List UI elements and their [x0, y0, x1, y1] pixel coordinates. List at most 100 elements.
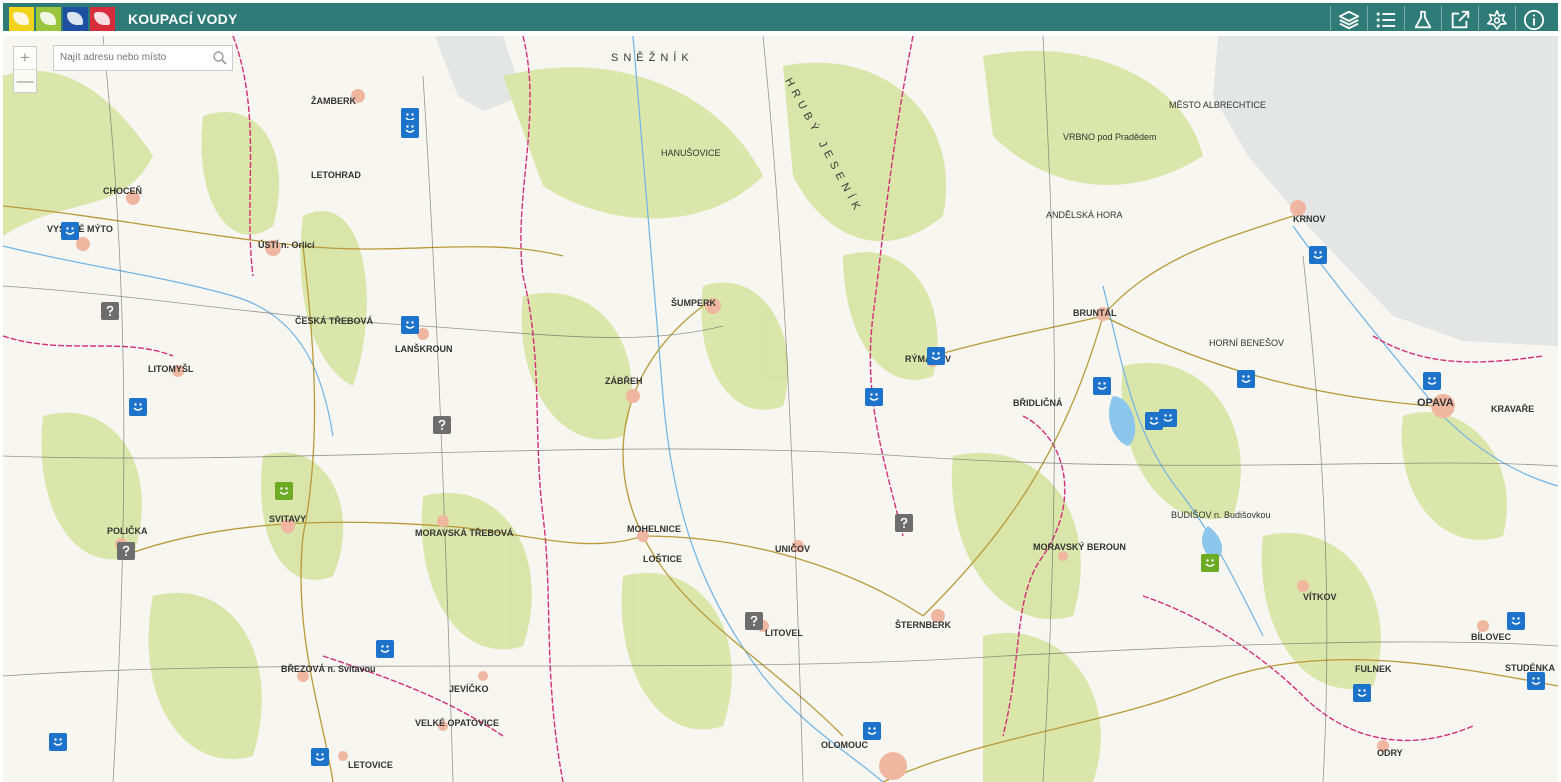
place-label: JEVÍČKO: [449, 684, 489, 694]
smile-icon: [1097, 382, 1107, 390]
place-label: VÍTKOV: [1303, 592, 1337, 602]
question-icon: [750, 615, 758, 626]
logo-1[interactable]: [9, 7, 34, 31]
smile-icon: [931, 352, 941, 360]
place-label: ZÁBŘEH: [605, 376, 643, 386]
external-link-icon: [1451, 10, 1470, 29]
bathing-site-marker[interactable]: [1309, 246, 1327, 264]
search-input[interactable]: [54, 46, 214, 68]
bathing-site-marker[interactable]: [927, 347, 945, 365]
bathing-site-marker[interactable]: [865, 388, 883, 406]
app-header: KOUPACÍ VODY: [0, 0, 1561, 34]
smile-icon: [869, 393, 879, 401]
place-label: LITOVEL: [765, 628, 803, 638]
smile-icon: [1511, 617, 1521, 625]
place-label: MORAVSKÁ TŘEBOVÁ: [415, 528, 514, 538]
address-search: [53, 45, 233, 71]
bathing-site-marker[interactable]: [275, 482, 293, 500]
place-label: LETOHRAD: [311, 170, 361, 180]
place-label: OPAVA: [1417, 397, 1454, 409]
smile-icon: [1205, 559, 1215, 567]
place-label: SVITAVY: [269, 514, 307, 524]
map-base[interactable]: [3, 36, 1558, 782]
bathing-site-marker[interactable]: [1201, 554, 1219, 572]
bathing-site-marker[interactable]: [401, 316, 419, 334]
place-label: ČESKÁ TŘEBOVÁ: [295, 316, 374, 326]
place-label: ŠUMPERK: [671, 298, 717, 308]
smile-icon: [53, 738, 63, 746]
logo-4[interactable]: [90, 7, 115, 31]
star-gear-icon: [1487, 10, 1507, 30]
list-icon: [1376, 12, 1396, 28]
smile-icon: [279, 487, 289, 495]
zoom-controls: + —: [13, 46, 37, 93]
layers-button[interactable]: [1330, 6, 1367, 34]
legend-button[interactable]: [1367, 6, 1404, 34]
place-label: POLIČKA: [107, 526, 148, 536]
place-label: HORNÍ BENEŠOV: [1209, 338, 1285, 348]
bathing-site-marker[interactable]: [1159, 409, 1177, 427]
place-label: MORAVSKÝ BEROUN: [1033, 542, 1126, 552]
flask-icon: [1414, 10, 1432, 29]
smile-icon: [405, 321, 415, 329]
bathing-site-marker[interactable]: [1507, 612, 1525, 630]
place-label: MOHELNICE: [627, 524, 681, 534]
bathing-site-marker[interactable]: [376, 640, 394, 658]
smile-icon: [65, 227, 75, 235]
question-icon: [438, 419, 446, 430]
layers-icon: [1338, 10, 1360, 30]
toolbar: [1330, 6, 1552, 34]
place-label: BRUNTÁL: [1073, 308, 1117, 318]
bathing-site-marker[interactable]: [895, 514, 913, 532]
bathing-site-marker[interactable]: [433, 416, 451, 434]
place-label: CHOCEŇ: [103, 186, 143, 196]
bathing-site-marker[interactable]: [1093, 377, 1111, 395]
place-label: LITOMYŠL: [148, 364, 194, 374]
info-button[interactable]: [1515, 6, 1552, 34]
question-icon: [900, 517, 908, 528]
place-label: FULNEK: [1355, 664, 1392, 674]
smile-icon: [1427, 377, 1437, 385]
logo-group: [9, 7, 115, 31]
bathing-site-marker[interactable]: [1237, 370, 1255, 388]
place-label: ŠTERNBERK: [895, 620, 952, 630]
bathing-site-marker[interactable]: [1423, 372, 1441, 390]
place-label: OLOMOUC: [821, 740, 868, 750]
place-label: BUDIŠOV n. Budišovkou: [1171, 510, 1271, 520]
place-label: KRAVAŘE: [1491, 404, 1535, 414]
open-external-button[interactable]: [1441, 6, 1478, 34]
place-label: BŘIDLIČNÁ: [1013, 398, 1063, 408]
bathing-site-marker[interactable]: [1353, 684, 1371, 702]
smile-icon: [1357, 689, 1367, 697]
place-label: VRBNO pod Pradědem: [1063, 132, 1157, 142]
question-icon: [106, 305, 114, 316]
bathing-site-marker[interactable]: [129, 398, 147, 416]
search-icon[interactable]: [212, 50, 228, 66]
logo-3[interactable]: [63, 7, 88, 31]
logo-2[interactable]: [36, 7, 61, 31]
settings-button[interactable]: [1478, 6, 1515, 34]
place-label: UNIČOV: [775, 544, 811, 554]
place-label: LOŠTICE: [643, 554, 683, 564]
zoom-in-button[interactable]: +: [14, 47, 36, 69]
smile-icon: [315, 753, 325, 761]
smile-icon: [1313, 251, 1323, 259]
smile-icon: [405, 125, 415, 133]
bathing-site-marker[interactable]: [745, 612, 763, 630]
bathing-site-marker[interactable]: [101, 302, 119, 320]
place-label: KRNOV: [1293, 214, 1326, 224]
bathing-site-marker[interactable]: [863, 722, 881, 740]
place-label: LANŠKROUN: [395, 344, 453, 354]
zoom-out-button[interactable]: —: [14, 69, 36, 92]
smile-icon: [380, 645, 390, 653]
bathing-site-marker[interactable]: [61, 222, 79, 240]
place-label: ÚSTÍ n. Orlicí: [258, 240, 315, 250]
measurements-button[interactable]: [1404, 6, 1441, 34]
bathing-site-marker[interactable]: [1527, 672, 1545, 690]
smile-icon: [1163, 414, 1173, 422]
bathing-site-marker[interactable]: [401, 120, 419, 138]
bathing-site-marker[interactable]: [49, 733, 67, 751]
bathing-site-marker[interactable]: [311, 748, 329, 766]
map-view[interactable]: ŽAMBERK CHOCEŇ VYSOKÉ MÝTO ÚSTÍ n. Orlic…: [3, 36, 1558, 782]
bathing-site-marker[interactable]: [117, 542, 135, 560]
